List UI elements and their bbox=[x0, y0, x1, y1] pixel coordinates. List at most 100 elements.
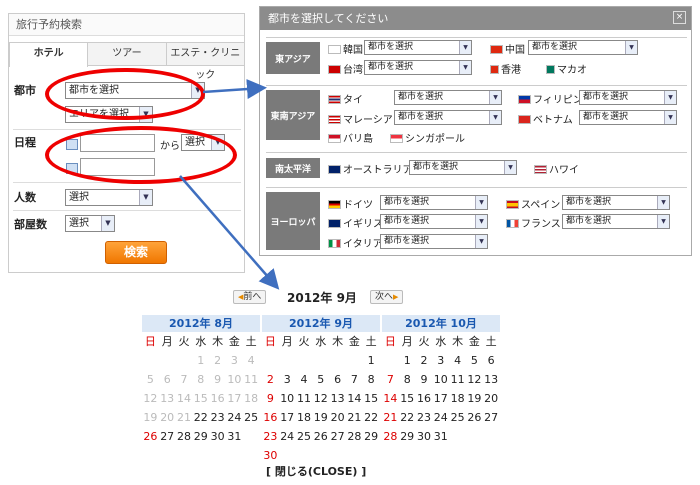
day-cell[interactable]: 27 bbox=[159, 427, 176, 446]
day-cell[interactable]: 24 bbox=[432, 408, 449, 427]
day-cell[interactable]: 15 bbox=[363, 389, 380, 408]
day-cell[interactable]: 19 bbox=[466, 389, 483, 408]
weekday-label: 金 bbox=[228, 335, 240, 348]
current-month: 2012年 9月 bbox=[287, 291, 357, 305]
day-cell[interactable]: 15 bbox=[399, 389, 416, 408]
weekday-label: 金 bbox=[348, 335, 360, 348]
day-cell[interactable]: 29 bbox=[399, 427, 416, 446]
day-cell[interactable]: 3 bbox=[432, 351, 449, 370]
day-cell[interactable]: 23 bbox=[416, 408, 433, 427]
day-cell[interactable]: 30 bbox=[209, 427, 226, 446]
day-cell[interactable]: 4 bbox=[296, 370, 313, 389]
day-cell[interactable]: 1 bbox=[399, 351, 416, 370]
day-cell[interactable]: 29 bbox=[363, 427, 380, 446]
weekday-label: 木 bbox=[452, 335, 464, 348]
day-cell[interactable]: 17 bbox=[432, 389, 449, 408]
day-cell[interactable]: 5 bbox=[312, 370, 329, 389]
day-cell[interactable]: 13 bbox=[483, 370, 500, 389]
chevron-right-icon: ▶ bbox=[393, 293, 399, 301]
day-cell[interactable]: 27 bbox=[483, 408, 500, 427]
day-cell[interactable]: 22 bbox=[192, 408, 209, 427]
day-cell[interactable]: 26 bbox=[312, 427, 329, 446]
day-cell[interactable]: 25 bbox=[449, 408, 466, 427]
day-cell[interactable]: 21 bbox=[382, 408, 399, 427]
day-cell[interactable]: 23 bbox=[262, 427, 279, 446]
day-cell[interactable]: 23 bbox=[209, 408, 226, 427]
day-cell[interactable]: 25 bbox=[243, 408, 260, 427]
day-cell[interactable]: 31 bbox=[226, 427, 243, 446]
day-cell[interactable]: 26 bbox=[466, 408, 483, 427]
day-cell: 20 bbox=[160, 411, 175, 424]
day-cell[interactable]: 10 bbox=[279, 389, 296, 408]
weekday-label: 土 bbox=[245, 335, 257, 348]
day-cell: 3 bbox=[230, 354, 238, 367]
day-cell: 7 bbox=[180, 373, 188, 386]
day-cell[interactable]: 12 bbox=[466, 370, 483, 389]
day-cell[interactable]: 28 bbox=[382, 427, 399, 446]
day-cell[interactable]: 27 bbox=[329, 427, 346, 446]
arrow-to-dialog bbox=[202, 79, 267, 99]
weekday-label: 月 bbox=[281, 335, 293, 348]
day-cell[interactable]: 20 bbox=[329, 408, 346, 427]
day-cell[interactable]: 4 bbox=[449, 351, 466, 370]
day-cell[interactable]: 3 bbox=[279, 370, 296, 389]
day-cell[interactable]: 11 bbox=[296, 389, 313, 408]
day-cell[interactable]: 5 bbox=[466, 351, 483, 370]
day-cell[interactable]: 24 bbox=[226, 408, 243, 427]
day-cell: 2 bbox=[214, 354, 222, 367]
day-cell[interactable]: 18 bbox=[449, 389, 466, 408]
day-cell[interactable]: 29 bbox=[192, 427, 209, 446]
calendar-nav: ◀前へ 2012年 9月 次へ▶ bbox=[233, 289, 413, 305]
day-cell: 9 bbox=[214, 373, 222, 386]
month-title: 2012年 9月 bbox=[262, 315, 380, 332]
empty-cell bbox=[176, 351, 193, 370]
day-cell[interactable]: 2 bbox=[262, 370, 279, 389]
empty-cell bbox=[466, 427, 483, 446]
day-cell[interactable]: 14 bbox=[346, 389, 363, 408]
day-cell[interactable]: 18 bbox=[296, 408, 313, 427]
weekday-label: 日 bbox=[264, 335, 276, 348]
prev-month-button[interactable]: ◀前へ bbox=[233, 290, 267, 304]
day-cell[interactable]: 21 bbox=[346, 408, 363, 427]
empty-cell bbox=[159, 351, 176, 370]
day-cell[interactable]: 6 bbox=[329, 370, 346, 389]
day-cell[interactable]: 16 bbox=[262, 408, 279, 427]
day-cell[interactable]: 19 bbox=[312, 408, 329, 427]
day-cell[interactable]: 26 bbox=[142, 427, 159, 446]
day-cell[interactable]: 13 bbox=[329, 389, 346, 408]
day-cell[interactable]: 1 bbox=[363, 351, 380, 370]
next-month-button[interactable]: 次へ▶ bbox=[370, 290, 404, 304]
day-cell[interactable]: 6 bbox=[483, 351, 500, 370]
day-cell[interactable]: 30 bbox=[416, 427, 433, 446]
day-cell[interactable]: 8 bbox=[399, 370, 416, 389]
day-cell[interactable]: 9 bbox=[416, 370, 433, 389]
calendar-close-link[interactable]: [ 閉じる(CLOSE) ] bbox=[266, 463, 366, 479]
day-cell[interactable]: 12 bbox=[312, 389, 329, 408]
month-title: 2012年 10月 bbox=[382, 315, 500, 332]
day-cell[interactable]: 2 bbox=[416, 351, 433, 370]
day-cell[interactable]: 22 bbox=[363, 408, 380, 427]
weekday-label: 日 bbox=[144, 335, 156, 348]
day-cell[interactable]: 25 bbox=[296, 427, 313, 446]
day-cell[interactable]: 11 bbox=[449, 370, 466, 389]
empty-cell bbox=[483, 427, 500, 446]
weekday-label: 火 bbox=[178, 335, 190, 348]
day-cell[interactable]: 24 bbox=[279, 427, 296, 446]
day-cell[interactable]: 17 bbox=[279, 408, 296, 427]
weekday-label: 木 bbox=[212, 335, 224, 348]
day-cell[interactable]: 8 bbox=[363, 370, 380, 389]
day-cell[interactable]: 7 bbox=[382, 370, 399, 389]
weekday-label: 火 bbox=[418, 335, 430, 348]
month-september: 2012年 9月 日月火水木金土 1 2 3 4 5 6 7 8 9 10 11 12 13 14 15 16 1… bbox=[262, 315, 380, 465]
day-cell[interactable]: 31 bbox=[432, 427, 449, 446]
day-cell[interactable]: 22 bbox=[399, 408, 416, 427]
day-cell[interactable]: 28 bbox=[176, 427, 193, 446]
month-grid: 日月火水木金土 1 2 3 4 5 6 7 8 9 10 11 12 13 14 15 16 17 18 19 20 21… bbox=[142, 332, 260, 446]
day-cell[interactable]: 9 bbox=[262, 389, 279, 408]
day-cell[interactable]: 14 bbox=[382, 389, 399, 408]
day-cell[interactable]: 10 bbox=[432, 370, 449, 389]
day-cell[interactable]: 28 bbox=[346, 427, 363, 446]
day-cell[interactable]: 16 bbox=[416, 389, 433, 408]
day-cell[interactable]: 20 bbox=[483, 389, 500, 408]
day-cell[interactable]: 7 bbox=[346, 370, 363, 389]
